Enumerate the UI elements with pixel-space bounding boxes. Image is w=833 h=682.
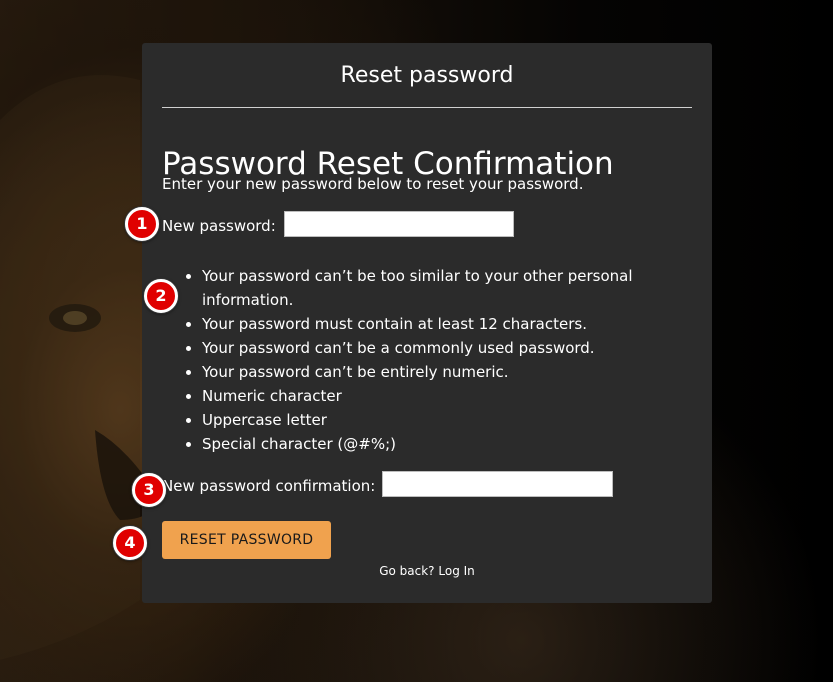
rule-item: Special character (@#%;) xyxy=(202,432,672,456)
confirmation-label: New password confirmation: xyxy=(162,477,376,495)
rule-item: Numeric character xyxy=(202,384,672,408)
password-rules-list: Your password can’t be too similar to yo… xyxy=(182,264,672,456)
new-password-input[interactable] xyxy=(284,211,514,237)
new-password-label: New password: xyxy=(162,217,276,235)
rule-item: Your password must contain at least 12 c… xyxy=(202,312,672,336)
go-back-text: Go back? xyxy=(379,564,435,578)
login-link[interactable]: Log In xyxy=(438,564,474,578)
rule-item: Your password can’t be too similar to yo… xyxy=(202,264,672,312)
reset-password-card: Reset password Password Reset Confirmati… xyxy=(142,43,712,603)
annotation-marker-3: 3 xyxy=(132,473,166,507)
annotation-marker-2: 2 xyxy=(144,279,178,313)
rule-item: Your password can’t be entirely numeric. xyxy=(202,360,672,384)
annotation-marker-1: 1 xyxy=(125,207,159,241)
rule-item: Your password can’t be a commonly used p… xyxy=(202,336,672,360)
go-back-line: Go back? Log In xyxy=(142,563,712,579)
rule-item: Uppercase letter xyxy=(202,408,672,432)
intro-text: Enter your new password below to reset y… xyxy=(162,175,584,193)
confirmation-input[interactable] xyxy=(382,471,613,497)
reset-password-button[interactable]: RESET PASSWORD xyxy=(162,521,331,559)
title-divider xyxy=(162,107,692,108)
card-title: Reset password xyxy=(340,63,514,88)
annotation-marker-4: 4 xyxy=(113,526,147,560)
